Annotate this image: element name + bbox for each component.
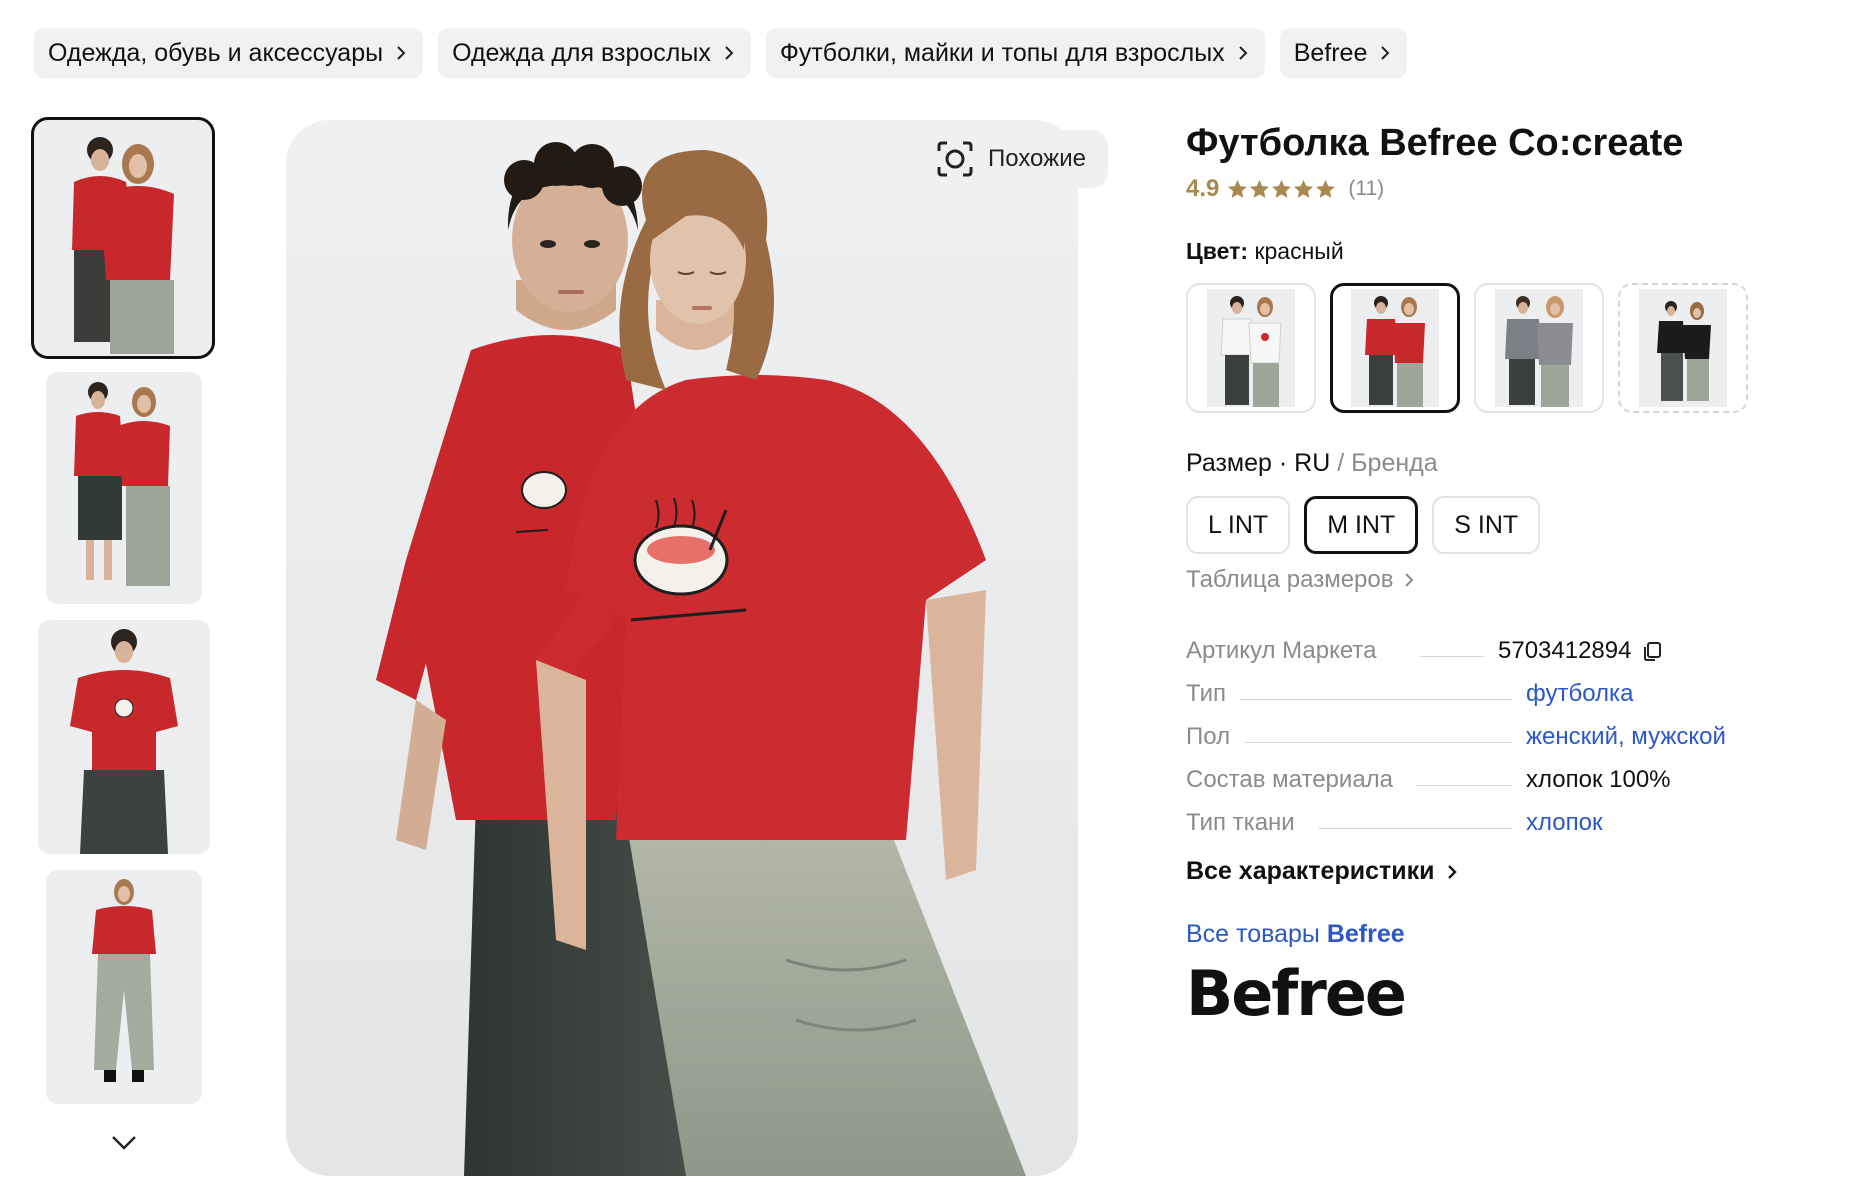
star-icon [1316, 179, 1336, 198]
size-separator: · [1278, 449, 1295, 477]
spec-row-sku: Артикул Маркета 5703412894 [1186, 622, 1826, 665]
product-photo [286, 120, 1078, 1176]
chevron-right-icon [1381, 46, 1390, 60]
thumbnail-1[interactable] [31, 117, 215, 359]
swatch-photo [1207, 289, 1295, 407]
color-swatch-red[interactable] [1330, 283, 1460, 413]
thumbnail-3[interactable] [38, 620, 210, 854]
star-icon [1272, 179, 1292, 198]
color-value: красный [1254, 238, 1344, 264]
product-photo-thumbnail [46, 372, 202, 604]
product-photo-thumbnail [34, 120, 212, 356]
swatch-photo [1495, 289, 1583, 407]
product-page: Одежда, обувь и аксессуары Одежда для вз… [0, 0, 1854, 1194]
reviews-count: (11) [1348, 177, 1385, 200]
product-info: Футболка Befree Co:create 4.9 (11) Цвет:… [1186, 118, 1826, 1030]
breadcrumb-item-befree[interactable]: Befree [1279, 28, 1408, 78]
swatch-photo [1351, 289, 1439, 407]
thumbnail-4[interactable] [46, 870, 202, 1104]
spec-value-link[interactable]: футболка [1526, 680, 1633, 708]
product-photo-thumbnail [38, 620, 210, 854]
brand-logo[interactable]: Befree [1186, 957, 1826, 1030]
spec-value: хлопок 100% [1526, 766, 1671, 793]
breadcrumb-item-tshirts-tops[interactable]: Футболки, майки и топы для взрослых [765, 28, 1265, 78]
sku-value: 5703412894 [1498, 637, 1632, 664]
breadcrumb-label: Одежда, обувь и аксессуары [48, 38, 384, 67]
product-title: Футболка Befree Co:create [1186, 122, 1684, 164]
spec-value-link[interactable]: хлопок [1526, 809, 1602, 837]
size-label: Размер [1186, 449, 1272, 477]
all-characteristics-link[interactable]: Все характеристики [1186, 857, 1826, 886]
spec-leader [1240, 699, 1512, 700]
spec-row-gender: Пол женский, мужской [1186, 708, 1826, 751]
size-table-link[interactable]: Таблица размеров [1186, 566, 1826, 594]
size-options: L INT M INT S INT [1186, 496, 1826, 554]
all-goods-prefix: Все товары [1186, 920, 1320, 948]
swatch-photo [1639, 289, 1727, 407]
visual-search-icon [937, 141, 973, 177]
star-icon [1294, 179, 1314, 198]
chevron-right-icon [1238, 46, 1248, 60]
spec-label: Тип [1186, 680, 1227, 707]
similar-products-label: Похожие [988, 145, 1086, 172]
breadcrumb: Одежда, обувь и аксессуары Одежда для вз… [34, 28, 1408, 78]
spec-leader [1318, 828, 1512, 829]
color-swatch-grey[interactable] [1474, 283, 1604, 413]
size-system-brand[interactable]: Бренда [1351, 449, 1438, 477]
size-option-l[interactable]: L INT [1186, 496, 1291, 554]
similar-products-button[interactable]: Похожие [912, 130, 1108, 188]
rating-value: 4.9 [1186, 175, 1220, 202]
breadcrumb-label: Одежда для взрослых [452, 38, 711, 67]
all-brand-goods-link[interactable]: Все товары Befree [1186, 920, 1826, 949]
color-label: Цвет: [1186, 238, 1249, 264]
star-icon [1250, 179, 1270, 198]
product-specs: Артикул Маркета 5703412894 Тип футболка … [1186, 622, 1826, 837]
breadcrumb-item-adult-clothing[interactable]: Одежда для взрослых [438, 28, 751, 78]
size-option-s[interactable]: S INT [1432, 496, 1541, 554]
spec-row-type: Тип футболка [1186, 665, 1826, 708]
chevron-down-icon[interactable] [110, 1134, 138, 1152]
spec-label: Тип ткани [1186, 809, 1295, 836]
spec-label: Состав материала [1186, 766, 1394, 793]
spec-leader [1244, 742, 1512, 743]
chevron-right-icon [1447, 864, 1457, 879]
color-selector-label: Цвет: красный [1186, 238, 1826, 265]
size-table-label: Таблица размеров [1186, 566, 1394, 593]
product-rating[interactable]: 4.9 (11) [1186, 174, 1826, 204]
star-icon [1228, 179, 1248, 198]
spec-value: 5703412894 [1498, 637, 1663, 665]
spec-label: Пол [1186, 723, 1231, 750]
thumbnail-2[interactable] [46, 372, 202, 604]
breadcrumb-item-clothing-shoes-accessories[interactable]: Одежда, обувь и аксессуары [34, 28, 424, 78]
color-swatch-white[interactable] [1186, 283, 1316, 413]
color-swatches [1186, 283, 1826, 413]
all-goods-brand: Befree [1326, 920, 1405, 948]
product-photo-thumbnail [46, 870, 202, 1104]
all-characteristics-label: Все характеристики [1186, 857, 1435, 885]
main-product-image[interactable] [286, 120, 1078, 1176]
spec-row-material: Состав материала хлопок 100% [1186, 751, 1826, 794]
copy-icon[interactable] [1641, 640, 1663, 662]
spec-row-fabric: Тип ткани хлопок [1186, 794, 1826, 837]
breadcrumb-label: Befree [1293, 38, 1368, 67]
size-selector-label: Размер · RU / Бренда [1186, 449, 1826, 478]
spec-label: Артикул Маркета [1186, 637, 1377, 664]
rating-stars [1227, 179, 1336, 200]
spec-leader [1416, 785, 1512, 786]
chevron-right-icon [1404, 573, 1413, 587]
color-swatch-black[interactable] [1618, 283, 1748, 413]
chevron-right-icon [397, 46, 406, 60]
spec-leader [1420, 656, 1484, 657]
size-option-m[interactable]: M INT [1304, 496, 1419, 554]
size-system-ru[interactable]: RU [1294, 449, 1330, 477]
chevron-right-icon [725, 46, 734, 60]
size-system-slash: / [1337, 449, 1352, 477]
breadcrumb-label: Футболки, майки и топы для взрослых [779, 38, 1225, 67]
spec-value-link[interactable]: женский, мужской [1526, 723, 1726, 751]
